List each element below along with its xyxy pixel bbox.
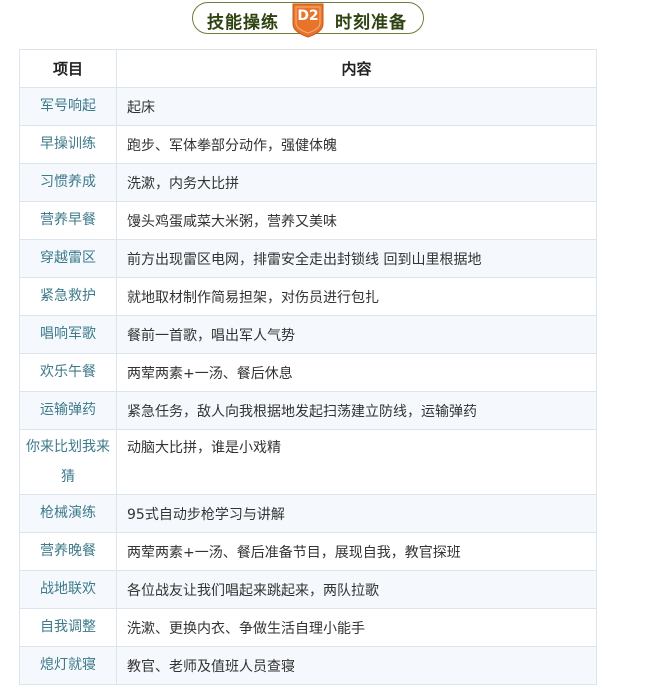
row-content: 洗漱，内务大比拼 [116,163,597,202]
table-row: 战地联欢 各位战友让我们唱起来跳起来，两队拉歌 [19,570,597,609]
row-content: 跑步、军体拳部分动作，强健体魄 [116,125,597,164]
schedule-table: 项目 内容 军号响起 起床 早操训练 跑步、军体拳部分动作，强健体魄 习惯养成 … [19,49,597,685]
table-row: 枪械演练 95式自动步枪学习与讲解 [19,494,597,533]
table-row: 唱响军歌 餐前一首歌，唱出军人气势 [19,315,597,354]
table-row: 熄灯就寝 教官、老师及值班人员查寝 [19,646,597,685]
row-content: 各位战友让我们唱起来跳起来，两队拉歌 [116,570,597,609]
row-content: 洗漱、更换内衣、争做生活自理小能手 [116,608,597,647]
row-item: 自我调整 [19,608,117,647]
header-item: 项目 [19,49,117,88]
table-row: 自我调整 洗漱、更换内衣、争做生活自理小能手 [19,608,597,647]
row-item: 早操训练 [19,125,117,164]
row-content: 餐前一首歌，唱出军人气势 [116,315,597,354]
table-row: 紧急救护 就地取材制作简易担架，对伤员进行包扎 [19,277,597,316]
row-content: 两荤两素+一汤、餐后休息 [116,353,597,392]
row-content: 95式自动步枪学习与讲解 [116,494,597,533]
table-row: 早操训练 跑步、军体拳部分动作，强健体魄 [19,125,597,164]
row-item: 军号响起 [19,87,117,126]
row-content: 紧急任务，敌人向我根据地发起扫荡建立防线，运输弹药 [116,391,597,430]
table-row: 穿越雷区 前方出现雷区电网，排雷安全走出封锁线 回到山里根据地 [19,239,597,278]
badge-label: D2 [297,8,319,24]
row-item: 枪械演练 [19,494,117,533]
table-row: 营养晚餐 两荤两素+一汤、餐后准备节目，展现自我，教官探班 [19,532,597,571]
header-content: 内容 [116,49,597,88]
row-content: 两荤两素+一汤、餐后准备节目，展现自我，教官探班 [116,532,597,571]
table-row: 营养早餐 馒头鸡蛋咸菜大米粥，营养又美味 [19,201,597,240]
row-item: 唱响军歌 [19,315,117,354]
row-content: 起床 [116,87,597,126]
section-banner: 技能操练 D2 时刻准备 [192,2,424,38]
row-content: 馒头鸡蛋咸菜大米粥，营养又美味 [116,201,597,240]
row-item: 习惯养成 [19,163,117,202]
row-content: 教官、老师及值班人员查寝 [116,646,597,685]
row-item: 欢乐午餐 [19,353,117,392]
table-row: 运输弹药 紧急任务，敌人向我根据地发起扫荡建立防线，运输弹药 [19,391,597,430]
row-item: 运输弹药 [19,391,117,430]
row-item: 战地联欢 [19,570,117,609]
table-row: 你来比划我来猜 动脑大比拼，谁是小戏精 [19,429,597,495]
row-content: 动脑大比拼，谁是小戏精 [116,429,597,495]
row-item: 你来比划我来猜 [19,429,117,495]
table-header-row: 项目 内容 [19,49,597,88]
table-row: 军号响起 起床 [19,87,597,126]
row-item: 紧急救护 [19,277,117,316]
banner-left-text: 技能操练 [207,13,279,33]
row-item: 熄灯就寝 [19,646,117,685]
table-row: 习惯养成 洗漱，内务大比拼 [19,163,597,202]
page: 技能操练 D2 时刻准备 项目 内容 军号响起 起床 早操训练 跑步、军体拳部分… [0,0,648,692]
row-item: 营养早餐 [19,201,117,240]
table-row: 欢乐午餐 两荤两素+一汤、餐后休息 [19,353,597,392]
row-content: 前方出现雷区电网，排雷安全走出封锁线 回到山里根据地 [116,239,597,278]
row-item: 穿越雷区 [19,239,117,278]
row-item: 营养晚餐 [19,532,117,571]
row-content: 就地取材制作简易担架，对伤员进行包扎 [116,277,597,316]
banner-right-text: 时刻准备 [335,13,407,33]
shield-badge-icon: D2 [291,2,325,38]
